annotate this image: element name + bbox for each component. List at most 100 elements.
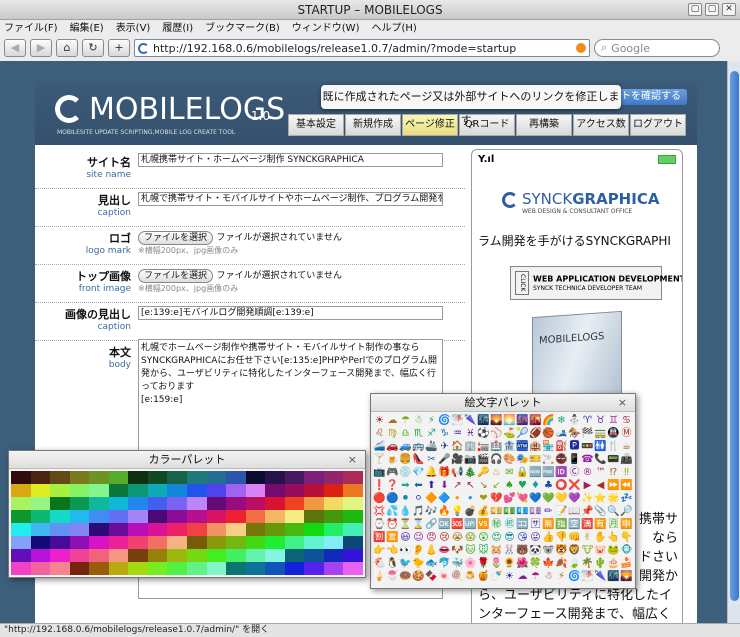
color-swatch[interactable] — [69, 523, 90, 536]
color-swatch[interactable] — [128, 536, 149, 549]
emoji-cell[interactable]: 🍃 — [568, 557, 581, 570]
emoji-cell[interactable]: 🍫 — [425, 570, 438, 583]
emoji-cell[interactable]: 🆔 — [555, 466, 568, 479]
menu-view[interactable]: 表示(V) — [116, 20, 151, 37]
emoji-cell[interactable]: 🆗 — [438, 518, 451, 531]
color-swatch[interactable] — [265, 484, 286, 497]
emoji-cell[interactable]: 💚 — [542, 492, 555, 505]
color-swatch[interactable] — [323, 497, 344, 510]
color-swatch[interactable] — [304, 471, 325, 484]
emoji-cell[interactable]: ⌚ — [373, 518, 386, 531]
emoji-cell[interactable]: 🐼 — [529, 544, 542, 557]
emoji-cell[interactable]: 🎶 — [425, 505, 438, 518]
emoji-cell[interactable]: 🍺 — [386, 453, 399, 466]
color-swatch[interactable] — [128, 562, 149, 575]
emoji-cell[interactable]: 🚻 — [594, 440, 607, 453]
color-swatch[interactable] — [245, 471, 266, 484]
emoji-cell[interactable]: Ⓒ — [568, 466, 581, 479]
color-swatch[interactable] — [89, 562, 110, 575]
emoji-cell[interactable]: 🌁 — [451, 414, 464, 427]
color-swatch[interactable] — [187, 549, 207, 562]
color-swatch[interactable] — [50, 562, 71, 575]
color-swatch[interactable] — [128, 510, 149, 523]
emoji-cell[interactable]: 💦 — [386, 505, 399, 518]
emoji-cell[interactable]: 🆙 — [464, 518, 477, 531]
emoji-cell[interactable]: 🆘 — [451, 518, 464, 531]
emoji-cell[interactable]: 👊 — [568, 531, 581, 544]
emoji-cell[interactable]: 🍯 — [477, 570, 490, 583]
emoji-cell[interactable]: ➡ — [399, 479, 412, 492]
color-swatch[interactable] — [206, 510, 227, 523]
close-icon[interactable]: × — [618, 394, 627, 412]
emoji-cell[interactable]: 🔥 — [438, 505, 451, 518]
emoji-cell[interactable]: 👉 — [373, 544, 386, 557]
emoji-cell[interactable]: 😍 — [490, 531, 503, 544]
color-swatch[interactable] — [89, 484, 110, 497]
color-swatch[interactable] — [187, 536, 207, 549]
emoji-cell[interactable]: 😃 — [399, 531, 412, 544]
color-swatch[interactable] — [284, 497, 305, 510]
color-swatch[interactable] — [128, 484, 149, 497]
emoji-cell[interactable]: 🌀 — [568, 570, 581, 583]
emoji-cell[interactable]: 🏣 — [477, 440, 490, 453]
menu-edit[interactable]: 編集(E) — [70, 20, 104, 37]
image-caption-input[interactable]: [e:139:e]モバイルログ開発順調[e:139:e] — [138, 306, 443, 320]
color-swatch[interactable] — [128, 549, 149, 562]
emoji-cell[interactable]: 🌃 — [477, 414, 490, 427]
emoji-cell[interactable]: 🌇 — [529, 414, 542, 427]
emoji-cell[interactable]: 🏦 — [503, 440, 516, 453]
emoji-cell[interactable]: 💔 — [490, 492, 503, 505]
emoji-cell[interactable]: 😘 — [516, 531, 529, 544]
color-swatch[interactable] — [304, 484, 325, 497]
emoji-cell[interactable]: 🔶 — [425, 492, 438, 505]
color-swatch[interactable] — [11, 510, 31, 523]
emoji-cell[interactable]: 🐸 — [607, 544, 620, 557]
emoji-cell[interactable]: ♍ — [386, 427, 399, 440]
color-swatch[interactable] — [167, 510, 188, 523]
emoji-cell[interactable]: 😱 — [464, 531, 477, 544]
emoji-cell[interactable]: 🌃 — [607, 570, 620, 583]
color-swatch[interactable] — [128, 523, 149, 536]
color-swatch[interactable] — [245, 484, 266, 497]
emoji-cell[interactable]: 🐯 — [555, 544, 568, 557]
emoji-cell[interactable]: ⚡ — [555, 570, 568, 583]
color-swatch[interactable] — [30, 562, 51, 575]
color-swatch[interactable] — [265, 510, 286, 523]
view-site-button[interactable]: トを確認する — [613, 89, 687, 105]
emoji-cell[interactable]: 🐵 — [620, 544, 633, 557]
emoji-cell[interactable]: ✌ — [581, 531, 594, 544]
emoji-cell[interactable]: ‼ — [620, 466, 633, 479]
emoji-cell[interactable]: 🍭 — [451, 570, 464, 583]
color-swatch[interactable] — [147, 484, 168, 497]
emoji-cell[interactable]: ♐ — [425, 427, 438, 440]
color-swatch[interactable] — [147, 562, 168, 575]
emoji-cell[interactable]: 🏇 — [568, 427, 581, 440]
menu-file[interactable]: ファイル(F) — [4, 20, 58, 37]
emoji-cell[interactable]: 😢 — [438, 531, 451, 544]
emoji-cell[interactable]: 🌁 — [581, 570, 594, 583]
emoji-cell[interactable]: 🍩 — [399, 570, 412, 583]
color-swatch[interactable] — [245, 523, 266, 536]
color-swatch[interactable] — [108, 497, 129, 510]
color-swatch[interactable] — [206, 471, 227, 484]
emoji-cell[interactable]: ⚾ — [490, 427, 503, 440]
emoji-cell[interactable]: 🎫 — [529, 453, 542, 466]
emoji-cell[interactable]: 👠 — [412, 453, 425, 466]
emoji-cell[interactable]: 🈳 — [568, 518, 581, 531]
color-swatch[interactable] — [187, 523, 207, 536]
emoji-cell[interactable]: 🏠 — [451, 440, 464, 453]
color-swatch[interactable] — [50, 497, 71, 510]
emoji-cell[interactable]: 🌹 — [477, 557, 490, 570]
emoji-cell[interactable]: 🌸 — [464, 557, 477, 570]
emoji-cell[interactable]: ⬇ — [438, 479, 451, 492]
emoji-cell[interactable]: ↘ — [477, 479, 490, 492]
color-swatch[interactable] — [187, 484, 207, 497]
menu-history[interactable]: 履歴(I) — [162, 20, 193, 37]
emoji-cell[interactable]: 🐰 — [503, 544, 516, 557]
emoji-cell[interactable]: ⁉ — [607, 466, 620, 479]
color-swatch[interactable] — [245, 536, 266, 549]
emoji-cell[interactable]: 🌷 — [490, 557, 503, 570]
color-swatch[interactable] — [11, 523, 31, 536]
color-swatch[interactable] — [226, 536, 247, 549]
color-swatch[interactable] — [206, 497, 227, 510]
